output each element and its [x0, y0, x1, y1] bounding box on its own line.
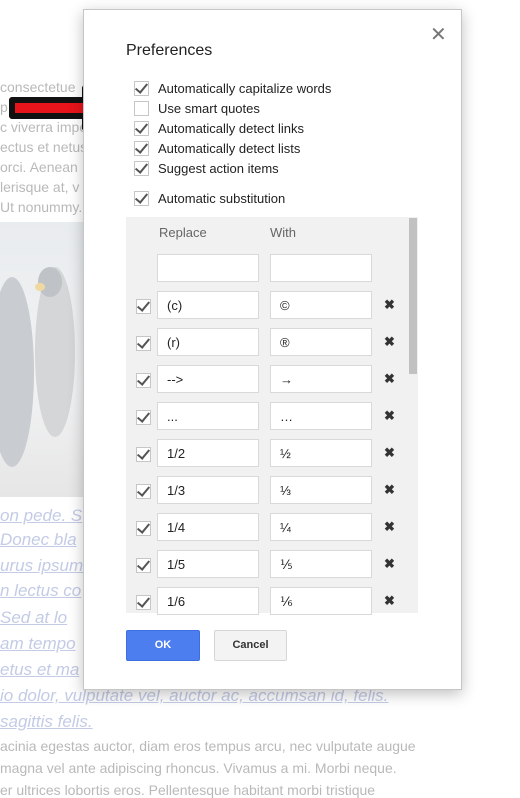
- option-label: Automatically detect lists: [158, 141, 301, 156]
- row-checkbox[interactable]: [136, 521, 151, 536]
- delete-icon[interactable]: ✖: [384, 519, 395, 535]
- delete-icon[interactable]: ✖: [384, 408, 395, 424]
- delete-icon[interactable]: ✖: [384, 297, 395, 313]
- substitution-row: 1/2 ½ ✖: [126, 439, 406, 469]
- background-link[interactable]: am tempo: [0, 634, 76, 654]
- new-replace-input[interactable]: [157, 254, 259, 282]
- background-text-line: er ultrices lobortis eros. Pellentesque …: [0, 782, 376, 798]
- option-label: Use smart quotes: [158, 101, 260, 116]
- row-checkbox[interactable]: [136, 373, 151, 388]
- option-2[interactable]: Automatically detect links: [134, 121, 304, 136]
- with-input[interactable]: ©: [270, 291, 372, 319]
- substitution-row: 1/3 ⅓ ✖: [126, 476, 406, 506]
- option-label: Automatically detect links: [158, 121, 304, 136]
- delete-icon[interactable]: ✖: [384, 593, 395, 609]
- with-input[interactable]: ⅕: [270, 550, 372, 578]
- checkbox[interactable]: [134, 141, 149, 156]
- replace-input[interactable]: -->: [157, 365, 259, 393]
- with-input[interactable]: ⅓: [270, 476, 372, 504]
- close-icon[interactable]: ✕: [430, 22, 447, 47]
- replace-input[interactable]: 1/4: [157, 513, 259, 541]
- penguin-photo: [0, 222, 90, 497]
- substitution-row: ... … ✖: [126, 402, 406, 432]
- cancel-button[interactable]: Cancel: [214, 630, 287, 661]
- background-link[interactable]: on pede. S: [0, 506, 82, 526]
- row-checkbox[interactable]: [136, 299, 151, 314]
- checkbox[interactable]: [134, 191, 149, 206]
- with-header: With: [270, 225, 296, 240]
- background-link[interactable]: Donec bla: [0, 530, 77, 550]
- new-with-input[interactable]: [270, 254, 372, 282]
- scrollbar[interactable]: [409, 218, 417, 374]
- substitution-row: 1/4 ¼ ✖: [126, 513, 406, 543]
- background-link[interactable]: urus ipsum: [0, 556, 83, 576]
- option-5[interactable]: Automatic substitution: [134, 191, 285, 206]
- row-checkbox[interactable]: [136, 595, 151, 610]
- background-text-line: orci. Aenean: [0, 159, 78, 175]
- background-text-line: magna vel ante adipiscing rhoncus. Vivam…: [0, 760, 397, 776]
- replace-input[interactable]: ...: [157, 402, 259, 430]
- option-label: Automatically capitalize words: [158, 81, 332, 96]
- checkbox[interactable]: [134, 121, 149, 136]
- option-1[interactable]: Use smart quotes: [134, 101, 260, 116]
- option-label: Automatic substitution: [158, 191, 286, 206]
- background-link[interactable]: etus et ma: [0, 660, 79, 680]
- row-checkbox[interactable]: [136, 410, 151, 425]
- replace-header: Replace: [159, 225, 207, 240]
- dialog-title: Preferences: [126, 42, 213, 59]
- delete-icon[interactable]: ✖: [384, 371, 395, 387]
- background-text-line: acinia egestas auctor, diam eros tempus …: [0, 738, 416, 754]
- replace-input[interactable]: (r): [157, 328, 259, 356]
- with-input[interactable]: →: [270, 365, 372, 393]
- checkbox[interactable]: [134, 101, 149, 116]
- background-link[interactable]: Sed at lo: [0, 608, 67, 628]
- preferences-dialog: Preferences ✕ Automatically capitalize w…: [83, 9, 462, 690]
- checkbox[interactable]: [134, 81, 149, 96]
- substitution-row: 1/6 ⅙ ✖: [126, 587, 406, 617]
- with-input[interactable]: ½: [270, 439, 372, 467]
- with-input[interactable]: ®: [270, 328, 372, 356]
- substitution-row: 1/5 ⅕ ✖: [126, 550, 406, 580]
- replace-input[interactable]: 1/3: [157, 476, 259, 504]
- background-text-line: lerisque at, v: [0, 179, 80, 195]
- row-checkbox[interactable]: [136, 558, 151, 573]
- option-0[interactable]: Automatically capitalize words: [134, 81, 331, 96]
- replace-input[interactable]: (c): [157, 291, 259, 319]
- replace-input[interactable]: 1/5: [157, 550, 259, 578]
- option-3[interactable]: Automatically detect lists: [134, 141, 300, 156]
- ok-button[interactable]: OK: [126, 630, 200, 661]
- row-checkbox[interactable]: [136, 336, 151, 351]
- substitution-row: (c) © ✖: [126, 291, 406, 321]
- row-checkbox[interactable]: [136, 484, 151, 499]
- option-label: Suggest action items: [158, 161, 279, 176]
- replace-input[interactable]: 1/6: [157, 587, 259, 615]
- with-input[interactable]: ⅙: [270, 587, 372, 615]
- delete-icon[interactable]: ✖: [384, 334, 395, 350]
- delete-icon[interactable]: ✖: [384, 482, 395, 498]
- substitution-row: --> → ✖: [126, 365, 406, 395]
- background-text-line: ectus et netus: [0, 139, 88, 155]
- new-substitution-row: [126, 254, 406, 284]
- substitution-table: Replace With (c) © ✖ (r) ® ✖ --> → ✖...… ✖ 1/2 ½ ✖ 1/…: [126, 217, 418, 615]
- background-text-line: Ut nonummy.: [0, 199, 83, 215]
- checkbox[interactable]: [134, 161, 149, 176]
- row-checkbox[interactable]: [136, 447, 151, 462]
- delete-icon[interactable]: ✖: [384, 445, 395, 461]
- option-4[interactable]: Suggest action items: [134, 161, 279, 176]
- with-input[interactable]: …: [270, 402, 372, 430]
- delete-icon[interactable]: ✖: [384, 556, 395, 572]
- substitution-row: (r) ® ✖: [126, 328, 406, 358]
- with-input[interactable]: ¼: [270, 513, 372, 541]
- replace-input[interactable]: 1/2: [157, 439, 259, 467]
- background-link[interactable]: sagittis felis.: [0, 712, 93, 732]
- background-link[interactable]: n lectus co: [0, 581, 81, 601]
